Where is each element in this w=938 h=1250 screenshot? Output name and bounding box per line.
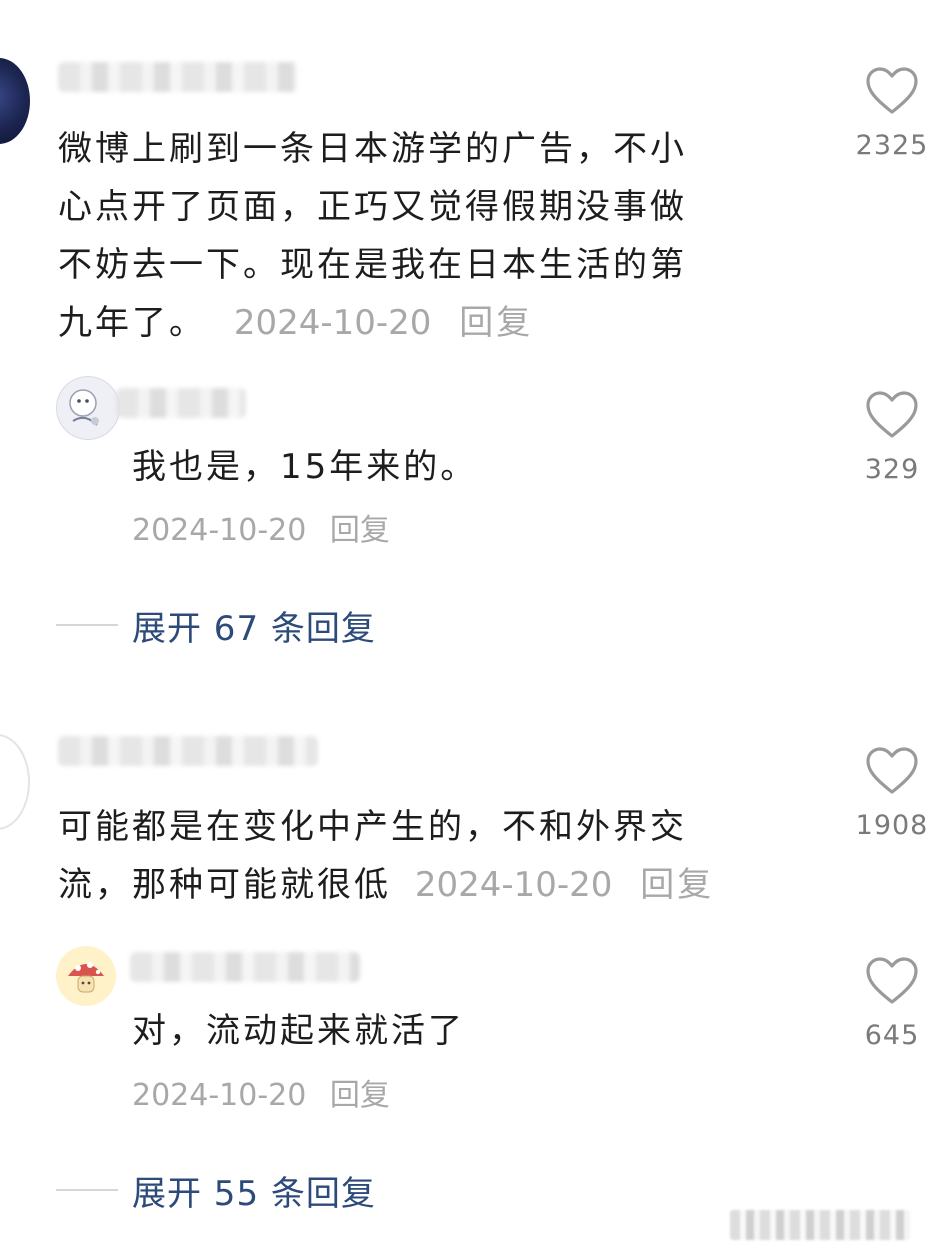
comment-text-line: 九年了。 bbox=[58, 303, 206, 343]
reply-meta: 2024-10-20 回复 bbox=[132, 1076, 390, 1116]
reply-text-content: 我也是，15年来的。 bbox=[132, 447, 478, 487]
like-button[interactable]: 645 bbox=[842, 956, 938, 1051]
divider-line bbox=[56, 1189, 118, 1191]
like-button[interactable]: 1908 bbox=[842, 746, 938, 841]
comment-date: 2024-10-20 bbox=[233, 303, 432, 343]
reply-text-content: 对，流动起来就活了 bbox=[132, 1011, 465, 1051]
commenter-username-blurred[interactable] bbox=[58, 736, 318, 766]
like-button[interactable]: 2325 bbox=[842, 66, 938, 161]
heart-outline-icon bbox=[866, 747, 918, 794]
reply-button[interactable]: 回复 bbox=[459, 303, 533, 343]
divider-line bbox=[56, 624, 118, 626]
replier-avatar[interactable] bbox=[56, 946, 116, 1006]
expand-replies-button[interactable]: 展开 67 条回复 bbox=[56, 605, 376, 649]
comment-text-line: 心点开了页面，正巧又觉得假期没事做 bbox=[58, 187, 687, 227]
heart-outline-icon bbox=[866, 391, 918, 438]
expand-replies-label[interactable]: 展开 55 条回复 bbox=[132, 1166, 376, 1215]
reply-text: 对，流动起来就活了 bbox=[132, 1002, 465, 1060]
comment-text-line: 流，那种可能就很低 bbox=[58, 865, 391, 905]
reply-button[interactable]: 回复 bbox=[330, 1078, 390, 1113]
comment-text-line: 不妨去一下。现在是我在日本生活的第 bbox=[58, 245, 687, 285]
expand-replies-button[interactable]: 展开 55 条回复 bbox=[56, 1170, 376, 1214]
replier-username-blurred[interactable] bbox=[116, 388, 246, 418]
watermark bbox=[730, 1210, 910, 1240]
heart-outline-icon bbox=[866, 67, 918, 114]
like-count: 329 bbox=[864, 454, 920, 485]
comment-date: 2024-10-20 bbox=[414, 865, 613, 905]
heart-outline-icon bbox=[866, 957, 918, 1004]
comment-text: 可能都是在变化中产生的，不和外界交 流，那种可能就很低 2024-10-20 回… bbox=[58, 798, 818, 914]
expand-replies-label[interactable]: 展开 67 条回复 bbox=[132, 601, 376, 650]
replier-avatar[interactable] bbox=[56, 376, 120, 440]
replier-username-blurred[interactable] bbox=[130, 952, 360, 982]
comment-text-line: 微博上刷到一条日本游学的广告，不小 bbox=[58, 129, 687, 169]
like-count: 645 bbox=[864, 1020, 920, 1051]
reply-date: 2024-10-20 bbox=[132, 513, 307, 548]
reply-button[interactable]: 回复 bbox=[330, 513, 390, 548]
reply-text: 我也是，15年来的。 bbox=[132, 438, 477, 496]
mushroom-avatar-icon bbox=[68, 962, 104, 993]
commenter-username-blurred[interactable] bbox=[58, 62, 298, 92]
comment-text: 微博上刷到一条日本游学的广告，不小 心点开了页面，正巧又觉得假期没事做 不妨去一… bbox=[58, 120, 818, 352]
like-count: 1908 bbox=[855, 810, 929, 841]
like-count: 2325 bbox=[855, 130, 929, 161]
reply-date: 2024-10-20 bbox=[132, 1078, 307, 1113]
avatar-illustration-icon bbox=[69, 389, 99, 426]
commenter-avatar[interactable] bbox=[0, 58, 30, 144]
comment-page: 微博上刷到一条日本游学的广告，不小 心点开了页面，正巧又觉得假期没事做 不妨去一… bbox=[0, 0, 938, 1250]
like-button[interactable]: 329 bbox=[842, 390, 938, 485]
reply-meta: 2024-10-20 回复 bbox=[132, 511, 390, 551]
commenter-avatar[interactable] bbox=[0, 734, 30, 830]
reply-button[interactable]: 回复 bbox=[640, 865, 714, 905]
comment-text-line: 可能都是在变化中产生的，不和外界交 bbox=[58, 807, 687, 847]
